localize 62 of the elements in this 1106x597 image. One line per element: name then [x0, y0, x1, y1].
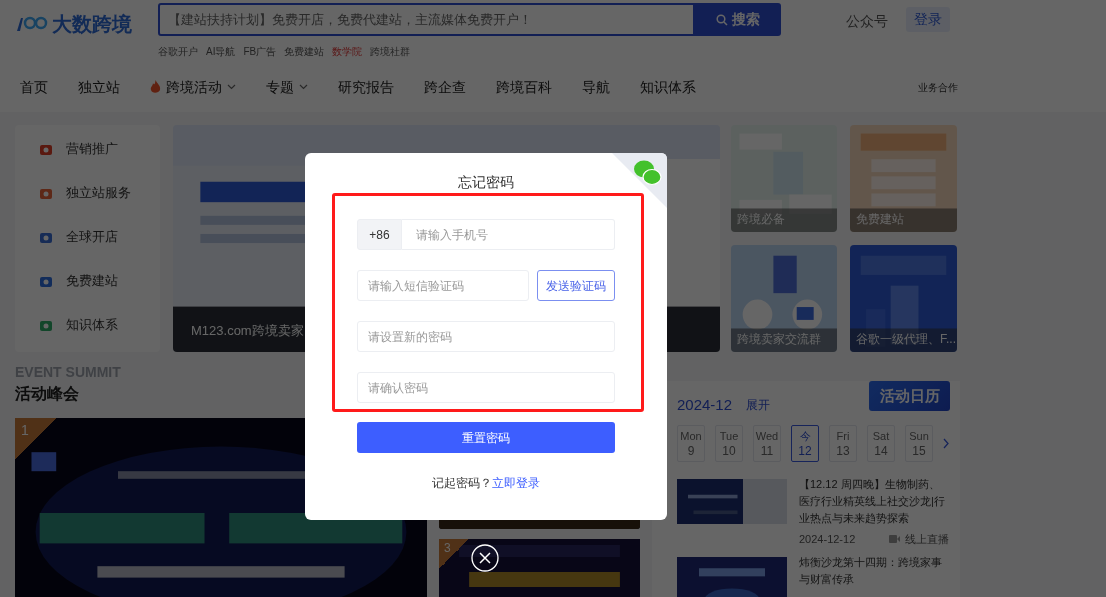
expand-link[interactable]: 展开 [746, 396, 771, 414]
partner-link[interactable]: 业务合作 [918, 79, 958, 95]
sidebar-item[interactable]: 独立站服务 [15, 183, 160, 203]
nav-item[interactable]: 首页 [20, 76, 48, 98]
quick-link[interactable]: 数学院 [332, 44, 363, 59]
event-title[interactable]: 【12.12 周四晚】生物制药、医疗行业精英线上社交沙龙|行业热点与未来趋势探索 [799, 476, 949, 527]
send-code-button[interactable]: 发送验证码 [537, 270, 615, 301]
code-field[interactable]: 请输入短信验证码 [357, 270, 529, 301]
day-tab[interactable]: Sat 14 [867, 425, 895, 462]
nav-item[interactable]: 独立站 [78, 76, 120, 98]
category-icon [39, 274, 53, 288]
reset-button[interactable]: 重置密码 [357, 422, 615, 453]
sidebar-item[interactable]: 全球开店 [15, 227, 160, 247]
logo-text[interactable]: 大数跨境 [52, 9, 132, 39]
rank-number: 1 [21, 421, 29, 440]
quick-link[interactable]: AI导航 [206, 44, 236, 59]
event-date: 2024-12-12 [799, 532, 856, 547]
month-label: 2024-12 [677, 394, 733, 415]
nav-item[interactable]: 跨境百科 [496, 76, 552, 98]
sidebar-item[interactable]: 免费建站 [15, 271, 160, 291]
nav-item[interactable]: 跨企查 [424, 76, 466, 98]
sidebar-item[interactable]: 营销推广 [15, 139, 160, 159]
nav-item[interactable]: 研究报告 [338, 76, 394, 98]
category-icon [39, 318, 53, 332]
login-link[interactable]: 立即登录 [492, 474, 540, 492]
category-icon [39, 186, 53, 200]
video-icon [889, 535, 900, 544]
banner-caption[interactable]: M123.com跨境卖家 [191, 320, 304, 340]
event-mode: 线上直播 [905, 532, 949, 547]
dialog-title: 忘记密码 [458, 174, 514, 190]
category-icon [39, 230, 53, 244]
login-button[interactable]: 登录 [906, 7, 950, 32]
nav-item[interactable]: 导航 [582, 76, 610, 98]
section-title: 活动峰会 [15, 384, 79, 404]
password-field[interactable]: 请确认密码 [357, 372, 615, 403]
sidebar-item[interactable]: 知识体系 [15, 315, 160, 335]
footer-text: 记起密码？ [432, 475, 492, 492]
close-icon[interactable] [471, 544, 499, 572]
password-field[interactable]: 请设置新的密码 [357, 321, 615, 352]
quick-link[interactable]: 免费建站 [284, 44, 325, 59]
phone-field[interactable]: 请输入手机号 [402, 219, 615, 250]
day-tab[interactable]: Mon 9 [677, 425, 705, 462]
wechat-corner-icon[interactable] [612, 153, 667, 208]
event-title[interactable]: 炜衡沙龙第十四期：跨境家事与财富传承 [799, 553, 949, 588]
search-field[interactable]: 【建站扶持计划】免费开店，免费代建站，主流媒体免费开户！ [158, 3, 695, 36]
day-tab[interactable]: Wed 11 [753, 425, 781, 462]
logo-icon [14, 14, 48, 34]
rank-number: 3 [444, 540, 451, 557]
country-code[interactable]: +86 [357, 219, 402, 250]
account-link[interactable]: 公众号 [846, 11, 888, 32]
nav-item[interactable]: 知识体系 [640, 76, 696, 98]
day-tab[interactable]: Sun 15 [905, 425, 933, 462]
chevron-right-icon[interactable] [943, 438, 949, 449]
day-tab[interactable]: 今 12 [791, 425, 819, 462]
nav-item[interactable]: 跨境活动 [150, 76, 236, 98]
category-icon [39, 142, 53, 156]
day-tab[interactable]: Fri 13 [829, 425, 857, 462]
calendar-button[interactable]: 活动日历 [869, 381, 950, 411]
search-icon [716, 13, 728, 26]
nav-item[interactable]: 专题 [266, 76, 308, 98]
search-button[interactable]: 搜索 [695, 3, 781, 36]
day-tab[interactable]: Tue 10 [715, 425, 743, 462]
